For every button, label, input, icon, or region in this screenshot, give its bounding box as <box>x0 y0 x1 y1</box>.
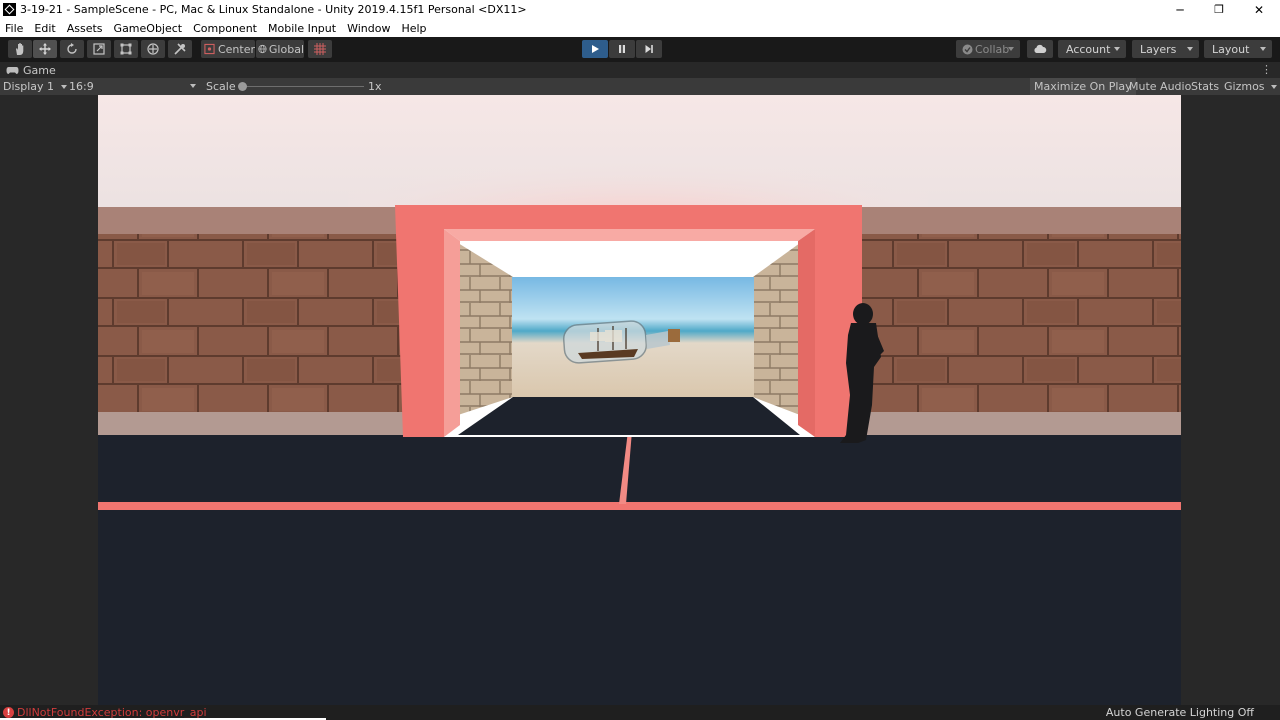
stats-toggle[interactable]: Stats <box>1187 78 1223 95</box>
chevron-down-icon <box>1008 47 1014 51</box>
scale-tool-button[interactable] <box>87 40 111 58</box>
layout-dropdown[interactable]: Layout <box>1204 40 1272 58</box>
menu-file[interactable]: File <box>0 22 29 35</box>
game-tab-strip: Game ⋮ <box>0 62 1280 78</box>
rect-tool-button[interactable] <box>114 40 138 58</box>
collab-dropdown[interactable]: Collab <box>956 40 1020 58</box>
menu-mobile-input[interactable]: Mobile Input <box>263 22 342 35</box>
error-icon: ! <box>3 707 14 718</box>
pivot-rotation-toggle[interactable]: Global <box>256 40 304 58</box>
gizmos-label: Gizmos <box>1224 80 1265 93</box>
step-icon <box>645 45 653 53</box>
transform-tool-button[interactable] <box>141 40 165 58</box>
minimize-button[interactable]: ─ <box>1160 0 1200 19</box>
aspect-label: 16:9 <box>69 80 94 93</box>
hand-icon <box>16 43 24 55</box>
gamepad-icon <box>6 66 19 74</box>
aspect-dropdown[interactable]: 16:9 <box>69 78 199 95</box>
main-toolbar: Center Global Collab Account Layers Layo… <box>0 37 1280 62</box>
custom-tool-button[interactable] <box>168 40 192 58</box>
menu-gameobject[interactable]: GameObject <box>109 22 189 35</box>
pivot-center-icon <box>204 43 215 55</box>
lighting-status: Auto Generate Lighting Off <box>1105 706 1254 719</box>
chevron-down-icon <box>1187 47 1193 51</box>
title-bar: 3-19-21 - SampleScene - PC, Mac & Linux … <box>0 0 1280 19</box>
close-button[interactable]: ✕ <box>1239 0 1279 19</box>
menu-edit[interactable]: Edit <box>29 22 61 35</box>
layout-label: Layout <box>1212 42 1250 56</box>
move-arrows-icon <box>39 43 51 55</box>
status-bar: ! DllNotFoundException: openvr_api Auto … <box>0 705 1280 720</box>
rotate-tool-button[interactable] <box>60 40 84 58</box>
pivot-rotation-label: Global <box>268 42 304 56</box>
scale-slider-thumb[interactable] <box>238 82 247 91</box>
game-scene <box>98 95 1181 705</box>
display-dropdown[interactable]: Display 1 <box>3 78 68 95</box>
menu-assets[interactable]: Assets <box>62 22 109 35</box>
chevron-down-icon <box>1260 47 1266 51</box>
menu-bar: File Edit Assets GameObject Component Mo… <box>0 19 1280 37</box>
step-button[interactable] <box>636 40 662 58</box>
pause-icon <box>619 45 625 53</box>
collab-label: Collab <box>975 42 1010 56</box>
game-viewport[interactable] <box>98 95 1181 705</box>
rect-transform-icon <box>120 43 132 55</box>
grid-snap-icon <box>314 43 326 55</box>
transform-icon <box>147 43 159 55</box>
pivot-mode-label: Center <box>217 42 255 56</box>
collab-check-icon <box>962 44 973 54</box>
layers-label: Layers <box>1140 42 1177 56</box>
display-label: Display 1 <box>3 80 55 93</box>
scale-label: Scale <box>206 80 236 93</box>
menu-component[interactable]: Component <box>188 22 263 35</box>
account-label: Account <box>1066 42 1111 56</box>
gizmos-dropdown[interactable]: Gizmos <box>1220 78 1280 95</box>
maximize-on-play-toggle[interactable]: Maximize On Play <box>1030 78 1136 95</box>
chevron-down-icon <box>1114 47 1120 51</box>
layers-dropdown[interactable]: Layers <box>1132 40 1199 58</box>
scale-slider-track <box>242 86 364 87</box>
unity-app-icon <box>3 3 16 16</box>
chevron-down-icon <box>1270 84 1277 89</box>
pivot-mode-toggle[interactable]: Center <box>201 40 255 58</box>
menu-help[interactable]: Help <box>396 22 432 35</box>
hand-tool-button[interactable] <box>8 40 32 58</box>
scale-slider[interactable] <box>238 78 364 95</box>
play-icon <box>592 45 599 53</box>
cloud-icon <box>1034 44 1047 53</box>
game-view-toolbar: Display 1 16:9 Scale 1x Maximize On Play… <box>0 78 1280 95</box>
scale-icon <box>93 43 105 55</box>
restore-button[interactable]: ❐ <box>1199 0 1239 19</box>
chevron-down-icon <box>61 84 68 89</box>
game-tab[interactable]: Game <box>0 62 56 78</box>
game-tab-label: Game <box>23 63 56 77</box>
globe-icon <box>258 44 267 54</box>
move-tool-button[interactable] <box>33 40 57 58</box>
account-dropdown[interactable]: Account <box>1058 40 1126 58</box>
cloud-button[interactable] <box>1027 40 1053 58</box>
tools-icon <box>174 43 186 55</box>
pause-button[interactable] <box>609 40 635 58</box>
play-button[interactable] <box>582 40 608 58</box>
window-title: 3-19-21 - SampleScene - PC, Mac & Linux … <box>20 3 527 16</box>
chevron-down-icon <box>190 84 196 88</box>
rotate-icon <box>67 43 77 54</box>
scale-value: 1x <box>368 80 382 93</box>
tab-menu-icon[interactable]: ⋮ <box>1261 63 1272 76</box>
mute-audio-toggle[interactable]: Mute Audio <box>1125 78 1195 95</box>
menu-window[interactable]: Window <box>342 22 396 35</box>
snap-grid-button[interactable] <box>308 40 332 58</box>
